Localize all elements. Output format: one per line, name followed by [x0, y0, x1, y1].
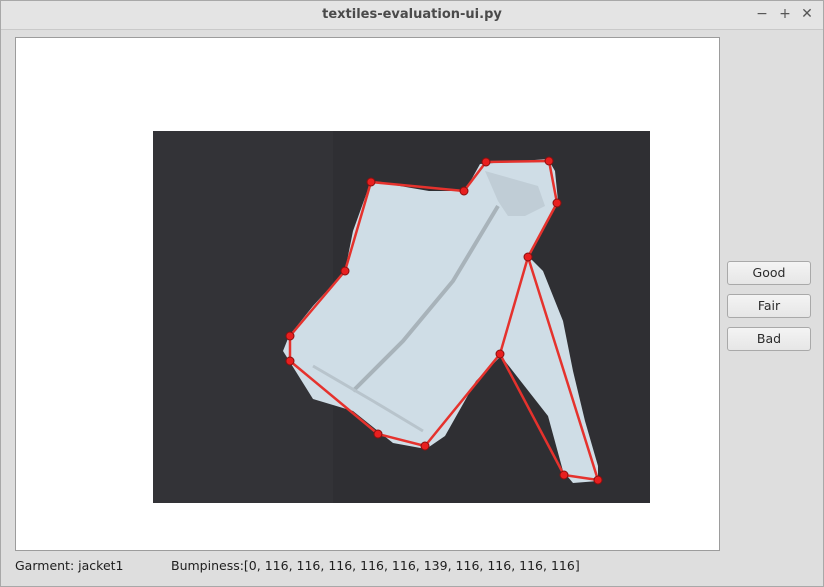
bumpiness-label: Bumpiness:[0, 116, 116, 116, 116, 116, 1… — [171, 558, 580, 573]
title-bar: textiles-evaluation-ui.py − + ✕ — [1, 1, 823, 30]
vertex-handle[interactable] — [340, 266, 350, 276]
vertex-handle[interactable] — [285, 356, 295, 366]
app-window: textiles-evaluation-ui.py − + ✕ Good Fai… — [0, 0, 824, 587]
vertex-handle[interactable] — [523, 252, 533, 262]
garment-label: Garment: jacket1 — [15, 558, 124, 573]
vertex-handle[interactable] — [593, 475, 603, 485]
minimize-icon[interactable]: − — [753, 5, 771, 23]
fair-button[interactable]: Fair — [727, 294, 811, 318]
vertex-handle[interactable] — [552, 198, 562, 208]
vertex-handle[interactable] — [459, 186, 469, 196]
vertex-handle[interactable] — [559, 470, 569, 480]
garment-image — [153, 131, 650, 503]
close-icon[interactable]: ✕ — [798, 5, 816, 23]
maximize-icon[interactable]: + — [776, 5, 794, 23]
window-title: textiles-evaluation-ui.py — [322, 7, 502, 22]
vertex-handle[interactable] — [285, 331, 295, 341]
image-canvas — [15, 37, 720, 551]
garment-photo — [153, 131, 650, 503]
vertex-handle[interactable] — [373, 429, 383, 439]
vertex-handle[interactable] — [544, 156, 554, 166]
bad-button[interactable]: Bad — [727, 327, 811, 351]
vertex-handle[interactable] — [420, 441, 430, 451]
vertex-handle[interactable] — [495, 349, 505, 359]
vertex-handle[interactable] — [366, 177, 376, 187]
good-button[interactable]: Good — [727, 261, 811, 285]
vertex-handle[interactable] — [481, 157, 491, 167]
